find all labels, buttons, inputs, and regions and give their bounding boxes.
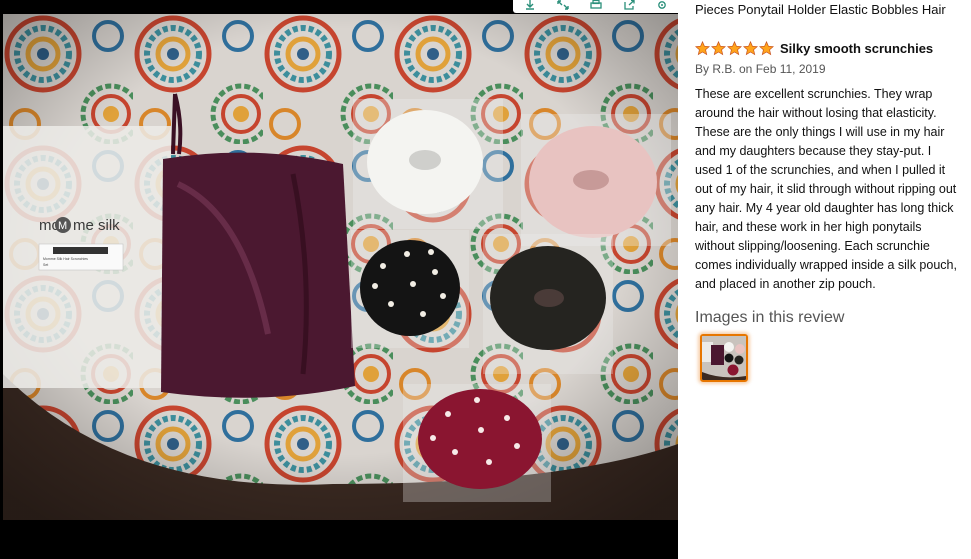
expand-icon (556, 0, 569, 10)
review-header: Silky smooth scrunchies (695, 41, 933, 56)
review-title: Silky smooth scrunchies (780, 41, 934, 56)
package-sticker-line-1: Momme Silk Hair Scrunchies (43, 257, 88, 261)
review-body: These are excellent scrunchies. They wra… (695, 85, 970, 294)
images-heading: Images in this review (695, 309, 845, 326)
print-icon (589, 0, 602, 9)
star-icon (711, 41, 726, 56)
review-text-line: and placed in another zip pouch. (695, 277, 876, 291)
review-byline: By R.B. on Feb 11, 2019 (695, 62, 826, 76)
review-text-line: hair, and these work in her high ponytai… (695, 220, 922, 234)
star-icon (727, 41, 742, 56)
product-title[interactable]: Pieces Ponytail Holder Elastic Bobbles H… (695, 2, 971, 18)
expand-button[interactable] (553, 0, 573, 12)
star-icon (759, 41, 774, 56)
review-text-line: any hair. My 4 year old daughter has lon… (695, 201, 954, 215)
review-panel: Pieces Ponytail Holder Elastic Bobbles H… (678, 0, 971, 559)
print-button[interactable] (586, 0, 606, 12)
package-brand-suffix: me silk (73, 217, 120, 234)
review-text-line: and my daughters because they stay-put. … (695, 144, 932, 158)
star-icon (743, 41, 758, 56)
package-brand-m: M (58, 220, 67, 232)
share-icon (623, 0, 635, 10)
review-text-line: These are the only things I will use in … (695, 125, 945, 139)
review-text-line: around the hair without losing that elas… (695, 106, 937, 120)
image-viewer: mo M me silk Momme Silk Hair Scrunchies … (0, 0, 678, 559)
share-button[interactable] (619, 0, 639, 12)
settings-icon (657, 1, 666, 9)
review-image-thumbnail[interactable] (700, 334, 748, 382)
download-button[interactable] (520, 0, 540, 12)
settings-button[interactable] (652, 0, 672, 12)
red-dot-scrunchie (418, 389, 542, 489)
download-icon (525, 0, 534, 10)
star-rating (695, 41, 774, 56)
package-sticker-line-2: Set (43, 263, 48, 267)
viewer-bottom-bar (0, 520, 678, 559)
star-icon (695, 41, 710, 56)
viewer-toolbar (513, 0, 678, 13)
review-text-line: out of my hair, it slid through without … (695, 182, 957, 196)
review-text-line: comes individually wrapped inside a silk… (695, 258, 957, 272)
review-text-line: without slipping/loosening. Each scrunch… (695, 239, 930, 253)
review-text-line: used 1 of the scrunchies, and when I pul… (695, 163, 946, 177)
review-photo: mo M me silk Momme Silk Hair Scrunchies … (3, 14, 678, 520)
review-text-line: These are excellent scrunchies. They wra… (695, 87, 933, 101)
